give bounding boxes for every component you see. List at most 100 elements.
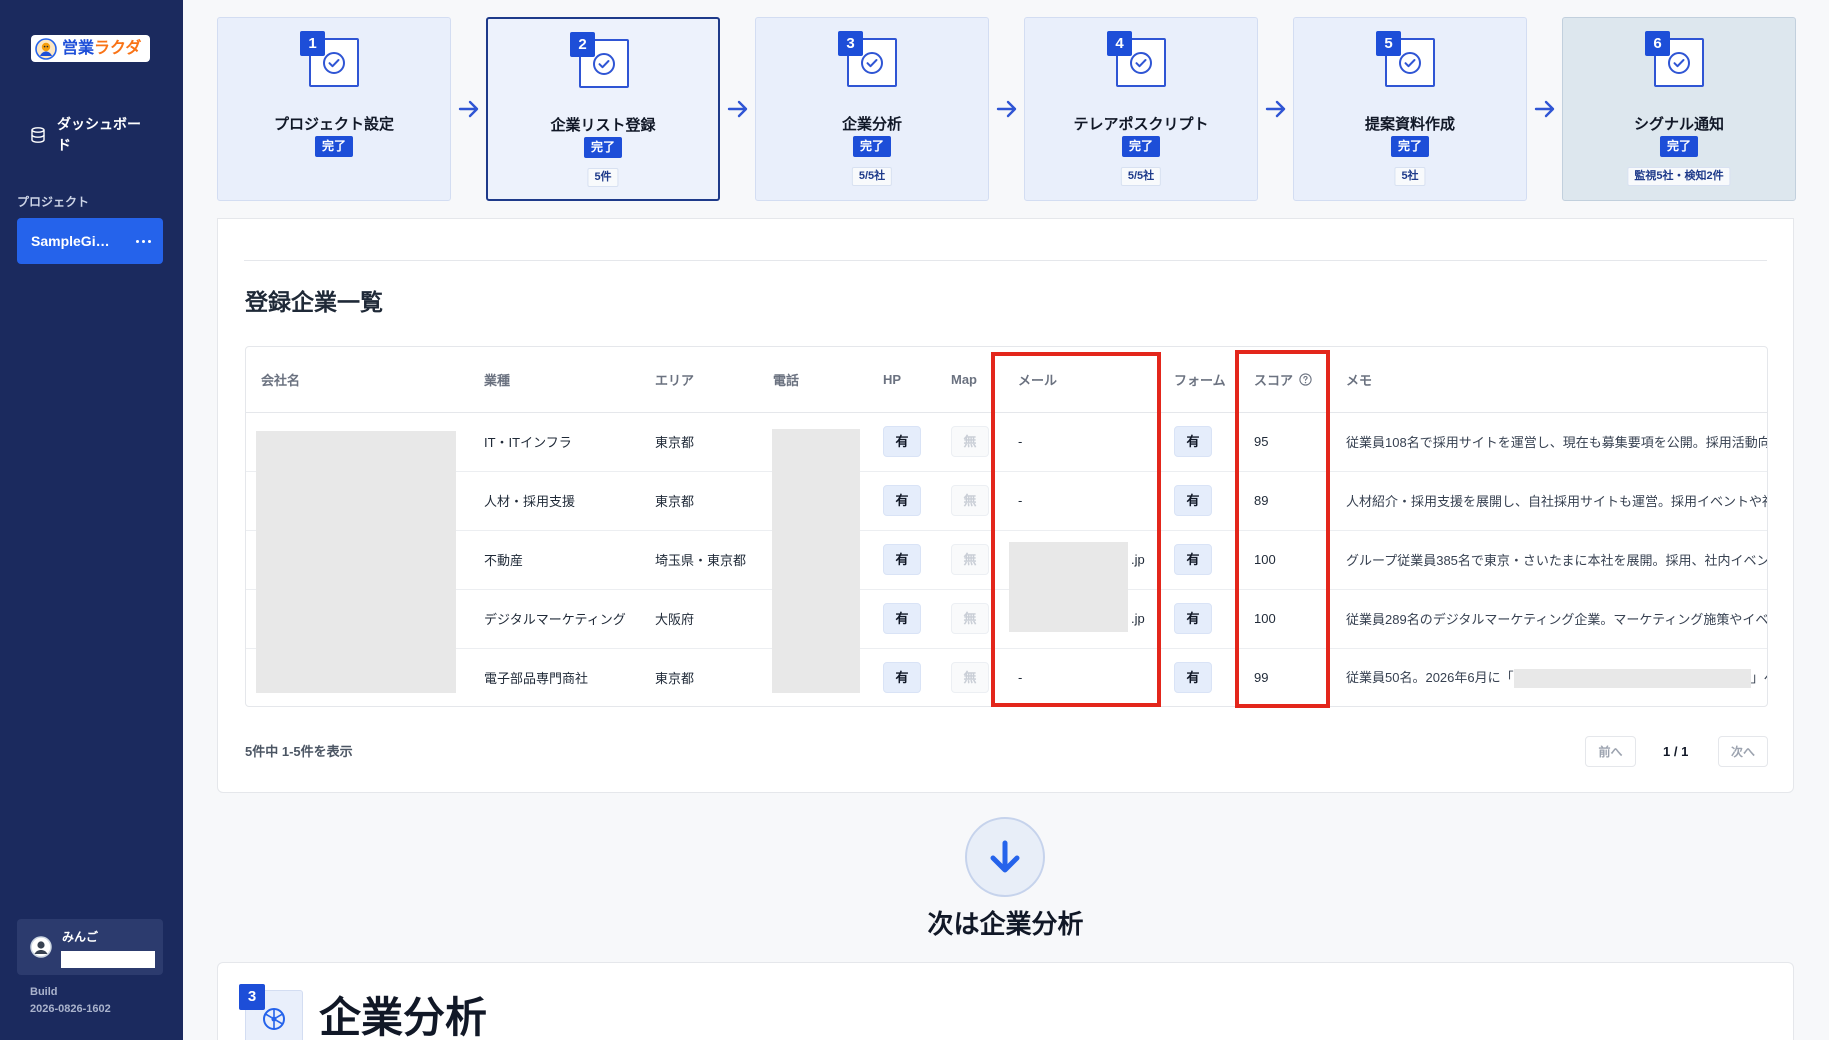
score-value: 100: [1254, 552, 1276, 567]
step-title: プロジェクト設定: [273, 116, 394, 133]
table-row[interactable]: 電子部品専門商社東京都有無-有99従業員50名。2026年6月に「」へ: [246, 648, 1767, 706]
next-step-button[interactable]: [965, 817, 1045, 897]
form-badge: 有: [1174, 426, 1212, 457]
step-card[interactable]: 5 提案資料作成 完了 5社: [1293, 17, 1527, 201]
map-badge: 無: [951, 426, 989, 457]
redacted-block: [61, 951, 155, 968]
area-cell: 埼玉県・東京都: [640, 530, 758, 590]
email-cell: -: [1003, 471, 1159, 531]
user-menu[interactable]: みんご: [17, 919, 163, 975]
industry-value: 電子部品専門商社: [484, 671, 589, 687]
arrow-down-icon: [990, 840, 1020, 873]
column-header: 電話: [758, 347, 868, 413]
hp-badge: 有: [883, 485, 921, 516]
step-number-badge: 6: [1645, 31, 1670, 56]
arrow-right-icon: [451, 100, 486, 118]
area-cell: 大阪府: [640, 589, 758, 649]
section-title: 企業分析: [319, 994, 488, 1040]
column-header: HP: [868, 347, 936, 413]
map-badge: 無: [951, 544, 989, 575]
step-number-badge: 4: [1107, 31, 1132, 56]
map-cell: 無: [936, 648, 1003, 706]
hp-cell: 有: [868, 648, 936, 706]
email-value: -: [1018, 434, 1023, 449]
area-value: 東京都: [655, 671, 695, 687]
form-cell: 有: [1159, 648, 1239, 706]
industry-cell: 人材・採用支援: [469, 471, 640, 531]
area-value: 埼玉県・東京都: [655, 553, 747, 568]
industry-cell: 電子部品専門商社: [469, 648, 640, 706]
step-card[interactable]: 1 プロジェクト設定 完了: [217, 17, 451, 201]
form-badge: 有: [1174, 662, 1212, 694]
industry-cell: 不動産: [469, 530, 640, 590]
memo-cell: グループ従業員385名で東京・さいたまに本社を展開。採用、社内イベン: [1331, 530, 1767, 590]
help-icon[interactable]: [1299, 373, 1312, 386]
step-card[interactable]: 3 企業分析 完了 5/5社: [755, 17, 989, 201]
industry-value: 人材・採用支援: [484, 494, 576, 509]
step-number-badge: 1: [300, 31, 325, 56]
column-header: エリア: [640, 347, 758, 413]
step-status-badge: 完了: [1390, 136, 1430, 157]
sidebar-item-label: ダッシュボード: [57, 116, 141, 153]
sidebar-section-label: プロジェクト: [17, 195, 90, 209]
step-title: 企業リスト登録: [550, 117, 656, 134]
memo-text: 従業員108名で採用サイトを運営し、現在も募集要項を公開。採用活動向: [1346, 435, 1768, 450]
table-row[interactable]: IT・ITインフラ 東京都有無 - 有 95 従業員108名で採用サイトを運営し、現在も募…: [246, 412, 1768, 472]
hp-cell: 有: [868, 530, 936, 590]
sidebar-project-item[interactable]: SampleGi…: [17, 218, 163, 264]
hp-cell: 有: [868, 412, 936, 472]
step-number-badge: 5: [1376, 31, 1401, 56]
column-header-label: フォーム: [1174, 372, 1226, 388]
column-header-label: 業種: [484, 372, 511, 388]
area-value: 大阪府: [655, 612, 695, 627]
step-number-badge: 2: [570, 32, 595, 57]
column-header: メール: [1003, 347, 1159, 413]
divider: [244, 260, 1767, 261]
redacted-block: [772, 429, 860, 693]
database-icon: [31, 127, 45, 143]
step-title: シグナル通知: [1633, 116, 1724, 133]
table-row[interactable]: デジタルマーケティング 大阪府有無 .jp 有 100 従業員289名のデジタルマーケティ…: [246, 589, 1767, 649]
sidebar-item-dashboard[interactable]: ダッシュボード: [31, 114, 145, 156]
step-card[interactable]: 6 シグナル通知 完了 監視5社・検知2件: [1562, 17, 1796, 201]
step-status-badge: 完了: [852, 136, 892, 157]
redacted-block: [1513, 669, 1751, 689]
next-page-button[interactable]: 次へ: [1718, 736, 1768, 767]
company-table-body: IT・ITインフラ 東京都有無 - 有 95 従業員108名で採用サイトを運営し、現在も募…: [246, 412, 1768, 706]
email-cell: -: [1003, 412, 1159, 472]
arrow-right-icon: [989, 100, 1024, 118]
column-header-label: エリア: [655, 372, 695, 388]
step-number-badge: 3: [838, 31, 863, 56]
column-header-label: メモ: [1346, 372, 1373, 388]
score-cell: 95: [1239, 412, 1331, 472]
table-row[interactable]: 不動産 埼玉県・東京都有無 .jp 有 100 グループ従業員385名で東京・さいたまに本…: [246, 530, 1767, 590]
more-icon[interactable]: [136, 239, 151, 243]
map-cell: 無: [936, 530, 1003, 590]
step-detail-badge: 5社: [1394, 167, 1426, 186]
email-value: -: [1018, 493, 1023, 508]
company-list-panel: 登録企業一覧 会社名 業種 エリア 電話 HP Map メール フォーム スコア メモ IT・IT…: [217, 218, 1794, 793]
company-table-scroll[interactable]: 会社名 業種 エリア 電話 HP Map メール フォーム スコア メモ IT・ITインフラ 東京都…: [245, 346, 1768, 707]
step-detail-badge: 5件: [587, 168, 619, 187]
score-value: 100: [1254, 611, 1276, 626]
map-badge: 無: [951, 603, 989, 634]
camel-mascot-icon: [35, 37, 57, 60]
table-row[interactable]: 人材・採用支援 東京都有無 - 有 89 人材紹介・採用支援を展開し、自社採用サイトも運営…: [246, 471, 1767, 531]
industry-cell: IT・ITインフラ: [469, 412, 640, 472]
sidebar: 営業ラクダ ダッシュボード プロジェクト SampleGi… みんご Build…: [0, 0, 183, 1040]
logo-text-accent: ラクダ: [94, 40, 142, 57]
prev-page-button[interactable]: 前へ: [1585, 736, 1636, 767]
column-header-label: Map: [951, 371, 977, 387]
step-card[interactable]: 4 テレアポスクリプト 完了 5/5社: [1024, 17, 1258, 201]
build-label: Build: [30, 986, 58, 998]
area-value: 東京都: [655, 494, 695, 509]
company-table: 会社名 業種 エリア 電話 HP Map メール フォーム スコア メモ IT・ITインフラ 東京都…: [246, 347, 1768, 706]
memo-text: 従業員50名。2026年6月に「: [1346, 670, 1514, 686]
hp-cell: 有: [868, 589, 936, 649]
page-indicator: 1 / 1: [1663, 744, 1689, 759]
app-logo[interactable]: 営業ラクダ: [31, 35, 150, 62]
memo-text-after: 」へ: [1750, 670, 1767, 686]
memo-cell: 従業員50名。2026年6月に「 」へ: [1331, 648, 1767, 706]
step-card[interactable]: 2 企業リスト登録 完了 5件: [486, 17, 720, 201]
memo-cell: 従業員108名で採用サイトを運営し、現在も募集要項を公開。採用活動向: [1331, 412, 1768, 472]
